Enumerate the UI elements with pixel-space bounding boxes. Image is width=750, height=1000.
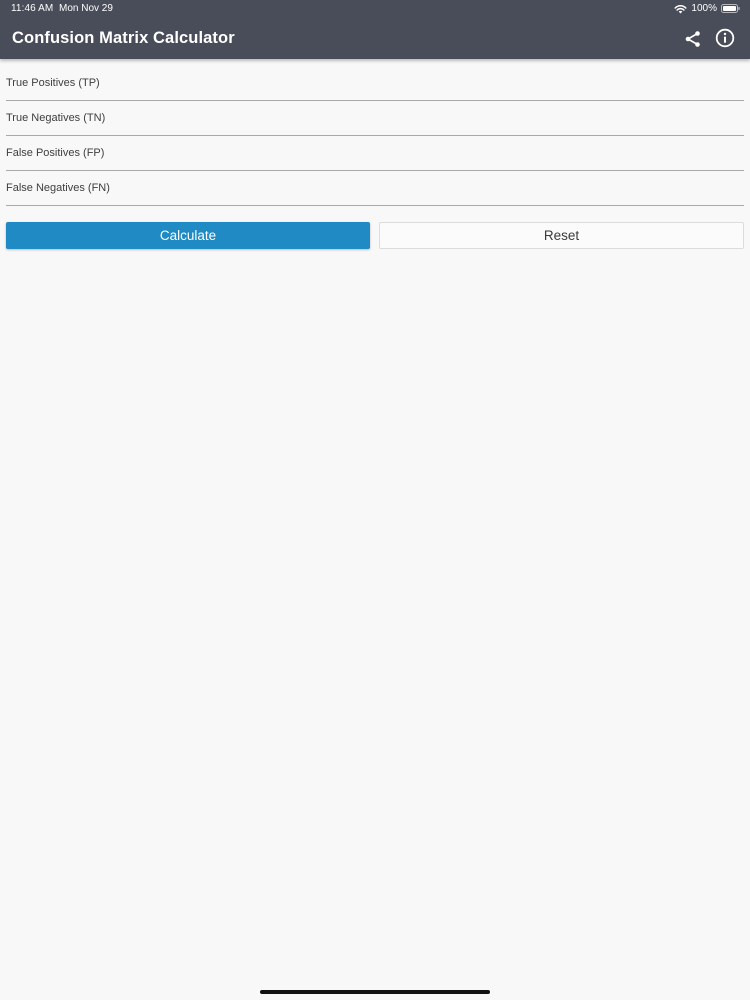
app-header: 11:46 AM Mon Nov 29 100% Confusion Matri… xyxy=(0,0,750,59)
tn-input[interactable] xyxy=(6,101,744,135)
tp-field[interactable] xyxy=(6,66,744,101)
tp-input[interactable] xyxy=(6,66,744,100)
share-icon xyxy=(685,30,700,47)
status-indicators: 100% xyxy=(674,3,740,14)
status-date: Mon Nov 29 xyxy=(59,3,113,14)
calculate-button[interactable]: Calculate xyxy=(6,222,370,249)
share-button[interactable] xyxy=(682,28,703,49)
fn-field[interactable] xyxy=(6,171,744,206)
home-indicator xyxy=(260,990,490,994)
fp-input[interactable] xyxy=(6,136,744,170)
wifi-icon xyxy=(674,4,687,13)
info-icon xyxy=(715,28,735,48)
reset-button[interactable]: Reset xyxy=(379,222,744,249)
info-button[interactable] xyxy=(714,27,736,49)
fp-field[interactable] xyxy=(6,136,744,171)
fn-input[interactable] xyxy=(6,171,744,205)
status-time: 11:46 AM xyxy=(11,3,54,14)
battery-percent: 100% xyxy=(691,3,717,14)
app-title: Confusion Matrix Calculator xyxy=(12,29,235,47)
tn-field[interactable] xyxy=(6,101,744,136)
battery-icon xyxy=(721,4,740,13)
